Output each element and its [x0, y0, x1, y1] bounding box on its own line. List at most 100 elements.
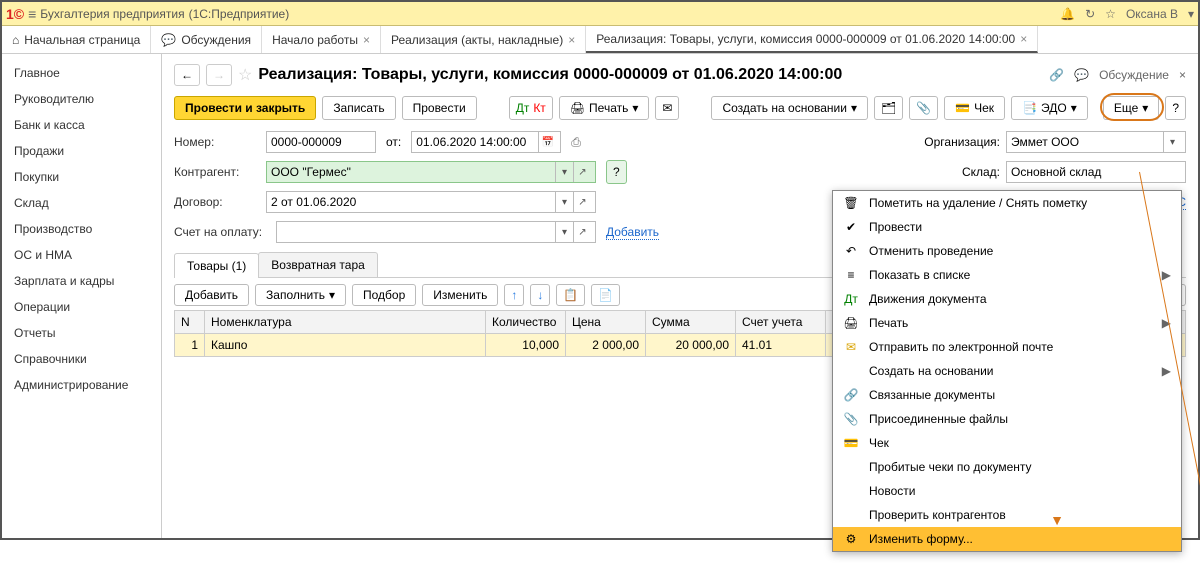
sidebar-item[interactable]: Банк и касса	[2, 112, 161, 138]
sidebar-item[interactable]: Зарплата и кадры	[2, 268, 161, 294]
contract-input[interactable]: 2 от 01.06.2020▾↗	[266, 191, 596, 213]
number-input[interactable]: 0000-000009	[266, 131, 376, 153]
contr-input[interactable]: ООО "Гермес"▾↗	[266, 161, 596, 183]
sidebar-item[interactable]: Руководителю	[2, 86, 161, 112]
discuss-icon[interactable]: 💬	[1074, 68, 1089, 82]
sidebar-item[interactable]: ОС и НМА	[2, 242, 161, 268]
close-icon[interactable]: ×	[1020, 32, 1027, 46]
create-based-button[interactable]: Создать на основании▾	[711, 96, 868, 120]
close-icon[interactable]: ×	[363, 33, 370, 47]
open-icon[interactable]: ↗	[573, 192, 591, 212]
tab-goods[interactable]: Товары (1)	[174, 253, 259, 278]
chevron-down-icon[interactable]: ▾	[555, 162, 573, 182]
help-button[interactable]: ?	[1165, 96, 1186, 120]
app-name: Бухгалтерия предприятия	[40, 7, 184, 21]
print-button[interactable]: 🖨Печать▾	[559, 96, 650, 120]
printer-icon: 🖨	[570, 101, 585, 115]
dtkt-button[interactable]: ДтКт	[509, 96, 553, 120]
menu-related[interactable]: 🔗Связанные документы	[833, 383, 1181, 407]
menu-change-form[interactable]: ⚙Изменить форму...	[833, 527, 1181, 551]
org-label: Организация:	[924, 135, 1000, 149]
open-icon[interactable]: ↗	[573, 222, 591, 242]
star-icon[interactable]: ☆	[1105, 7, 1116, 21]
date-input[interactable]: 01.06.2020 14:00:00📅	[411, 131, 561, 153]
close-icon[interactable]: ×	[568, 33, 575, 47]
sidebar-item[interactable]: Продажи	[2, 138, 161, 164]
org-input[interactable]: Эммет ООО▾	[1006, 131, 1186, 153]
history-icon[interactable]: ↻	[1085, 7, 1095, 21]
menu-cheques-list[interactable]: Пробитые чеки по документу	[833, 455, 1181, 479]
chevron-down-icon[interactable]: ▾	[555, 222, 573, 242]
sidebar-item[interactable]: Главное	[2, 60, 161, 86]
tab-document[interactable]: Реализация: Товары, услуги, комиссия 000…	[586, 26, 1038, 53]
email-button[interactable]: ✉	[655, 96, 679, 120]
warehouse-input[interactable]: Основной склад	[1006, 161, 1186, 183]
back-button[interactable]: ←	[174, 64, 200, 86]
warehouse-label: Склад:	[962, 165, 1000, 179]
user-menu-chevron[interactable]: ▾	[1188, 7, 1194, 21]
sidebar-item[interactable]: Производство	[2, 216, 161, 242]
tab-discussions[interactable]: 💬Обсуждения	[151, 26, 262, 53]
move-down-button[interactable]: ↓	[530, 284, 550, 306]
col-qty[interactable]: Количество	[486, 311, 566, 334]
cheque-button[interactable]: 💳Чек	[944, 96, 1005, 120]
sidebar-item[interactable]: Администрирование	[2, 372, 161, 398]
menu-post[interactable]: ✔Провести	[833, 215, 1181, 239]
menu-mark-delete[interactable]: 🗑Пометить на удаление / Снять пометку	[833, 191, 1181, 215]
paste-button[interactable]: 📄	[591, 284, 620, 306]
bell-icon[interactable]: 🔔	[1060, 7, 1075, 21]
post-close-button[interactable]: Провести и закрыть	[174, 96, 316, 120]
menu-news[interactable]: Новости	[833, 479, 1181, 503]
mode-icon[interactable]: ⎙	[571, 135, 581, 150]
chevron-down-icon[interactable]: ▾	[1163, 132, 1181, 152]
discuss-label[interactable]: Обсуждение	[1099, 68, 1169, 82]
sidebar-item[interactable]: Отчеты	[2, 320, 161, 346]
menu-create-based[interactable]: Создать на основании▶	[833, 359, 1181, 383]
favorite-icon[interactable]: ☆	[238, 65, 252, 85]
related-docs-button[interactable]: 🗂	[874, 96, 903, 120]
col-price[interactable]: Цена	[566, 311, 646, 334]
open-icon[interactable]: ↗	[573, 162, 591, 182]
calendar-icon[interactable]: 📅	[538, 132, 556, 152]
tab-sales-list[interactable]: Реализация (акты, накладные)×	[381, 26, 586, 53]
write-button[interactable]: Записать	[322, 96, 395, 120]
table-edit-button[interactable]: Изменить	[422, 284, 498, 306]
close-icon[interactable]: ×	[1179, 68, 1186, 82]
tab-getting-started[interactable]: Начало работы×	[262, 26, 381, 53]
edo-button[interactable]: 📑ЭДО▾	[1011, 96, 1088, 120]
col-nom[interactable]: Номенклатура	[205, 311, 486, 334]
col-n[interactable]: N	[175, 311, 205, 334]
menu-attach[interactable]: 📎Присоединенные файлы	[833, 407, 1181, 431]
link-icon[interactable]: 🔗	[1049, 68, 1064, 82]
sidebar-item[interactable]: Покупки	[2, 164, 161, 190]
forward-button[interactable]: →	[206, 64, 232, 86]
move-up-button[interactable]: ↑	[504, 284, 524, 306]
menu-email[interactable]: ✉Отправить по электронной почте	[833, 335, 1181, 359]
copy-button[interactable]: 📋	[556, 284, 585, 306]
menu-show-list[interactable]: ≡Показать в списке▶	[833, 263, 1181, 287]
invoice-input[interactable]: ▾↗	[276, 221, 596, 243]
attachments-button[interactable]: 📎	[909, 96, 938, 120]
tab-home[interactable]: ⌂Начальная страница	[2, 26, 151, 53]
sidebar-item[interactable]: Склад	[2, 190, 161, 216]
menu-cheque[interactable]: 💳Чек	[833, 431, 1181, 455]
menu-movements[interactable]: ДтДвижения документа	[833, 287, 1181, 311]
add-link[interactable]: Добавить	[606, 225, 659, 240]
menu-unpost[interactable]: ↶Отменить проведение	[833, 239, 1181, 263]
sidebar-item[interactable]: Справочники	[2, 346, 161, 372]
more-button[interactable]: Еще▾	[1103, 96, 1159, 120]
col-acc[interactable]: Счет учета	[736, 311, 826, 334]
tab-returnable[interactable]: Возвратная тара	[258, 252, 378, 277]
user-name[interactable]: Оксана В	[1126, 7, 1178, 21]
col-sum[interactable]: Сумма	[646, 311, 736, 334]
chevron-down-icon[interactable]: ▾	[555, 192, 573, 212]
menu-check-counterparties[interactable]: Проверить контрагентов	[833, 503, 1181, 527]
menu-print[interactable]: 🖨Печать▶	[833, 311, 1181, 335]
table-select-button[interactable]: Подбор	[352, 284, 416, 306]
table-add-button[interactable]: Добавить	[174, 284, 249, 306]
table-fill-button[interactable]: Заполнить▾	[255, 284, 346, 306]
help-green-button[interactable]: ?	[606, 160, 627, 184]
post-button[interactable]: Провести	[402, 96, 477, 120]
menu-icon[interactable]: ≡	[28, 6, 36, 22]
sidebar-item[interactable]: Операции	[2, 294, 161, 320]
